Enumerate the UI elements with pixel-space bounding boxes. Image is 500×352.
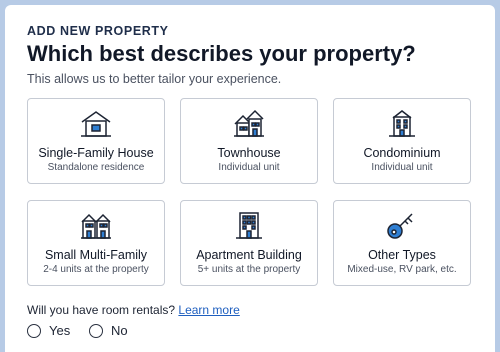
apartment-building-icon <box>232 210 266 242</box>
card-label: Other Types <box>368 248 436 262</box>
multi-family-icon <box>79 210 113 242</box>
room-rentals-label: Will you have room rentals? <box>27 303 176 317</box>
card-description: Mixed-use, RV park, etc. <box>347 264 457 275</box>
card-description: 5+ units at the property <box>197 264 301 275</box>
page-title: Which best describes your property? <box>27 41 416 66</box>
condominium-icon <box>385 108 419 140</box>
card-description: 2-4 units at the property <box>43 264 149 275</box>
room-rentals-no-radio[interactable]: No <box>89 323 128 338</box>
property-type-other[interactable]: Other Types Mixed-use, RV park, etc. <box>333 200 471 286</box>
page-subtitle: This allows us to better tailor your exp… <box>27 72 282 86</box>
property-type-apartment-building[interactable]: Apartment Building 5+ units at the prope… <box>180 200 318 286</box>
room-rentals-question: Will you have room rentals? Learn more <box>27 303 240 317</box>
card-description: Individual unit <box>218 162 280 173</box>
property-type-small-multi-family[interactable]: Small Multi-Family 2-4 units at the prop… <box>27 200 165 286</box>
eyebrow-label: ADD NEW PROPERTY <box>27 24 169 38</box>
card-label: Single-Family House <box>38 146 154 160</box>
learn-more-link[interactable]: Learn more <box>178 303 239 317</box>
townhouse-icon <box>232 108 266 140</box>
card-label: Apartment Building <box>196 248 302 262</box>
house-icon <box>79 108 113 140</box>
property-type-single-family[interactable]: Single-Family House Standalone residence <box>27 98 165 184</box>
card-description: Individual unit <box>371 162 433 173</box>
card-label: Townhouse <box>217 146 281 160</box>
property-type-condominium[interactable]: Condominium Individual unit <box>333 98 471 184</box>
key-icon <box>385 210 419 242</box>
card-description: Standalone residence <box>47 162 145 173</box>
radio-circle[interactable] <box>89 323 103 338</box>
property-type-townhouse[interactable]: Townhouse Individual unit <box>180 98 318 184</box>
add-property-panel: ADD NEW PROPERTY Which best describes yo… <box>5 5 495 352</box>
room-rentals-yes-radio[interactable]: Yes <box>27 323 70 338</box>
radio-label: No <box>111 323 128 338</box>
radio-label: Yes <box>49 323 71 338</box>
radio-circle[interactable] <box>27 323 41 338</box>
card-label: Condominium <box>363 146 441 160</box>
card-label: Small Multi-Family <box>44 248 148 262</box>
